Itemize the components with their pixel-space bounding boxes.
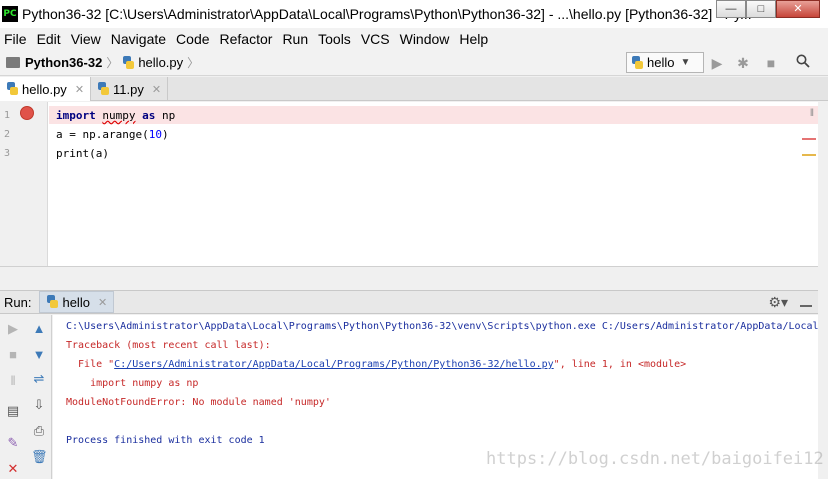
console-code-line: import numpy as np	[66, 378, 199, 389]
menu-window[interactable]: Window	[400, 31, 450, 47]
menu-navigate[interactable]: Navigate	[111, 31, 166, 47]
editor-gutter[interactable]: 1 2 3	[0, 102, 48, 266]
maximize-button[interactable]: □	[746, 0, 776, 18]
menu-refactor[interactable]: Refactor	[220, 31, 273, 47]
hide-panel-icon[interactable]	[800, 295, 812, 307]
menu-file[interactable]: File	[4, 31, 27, 47]
keyword: as	[142, 109, 156, 122]
menu-bar: File Edit View Navigate Code Refactor Ru…	[0, 28, 828, 50]
run-panel-header: Run: hello ✕ ⚙▾	[0, 290, 818, 314]
code-text: np	[82, 128, 96, 141]
line-number: 3	[4, 148, 11, 159]
python-icon	[46, 295, 59, 309]
trash-icon[interactable]: 🗑	[31, 449, 48, 465]
menu-code[interactable]: Code	[176, 31, 209, 47]
tab-label: hello.py	[22, 81, 67, 97]
warning-stripe-mark[interactable]	[802, 154, 816, 156]
run-panel-label: Run:	[4, 294, 32, 310]
close-tab-icon[interactable]: ✕	[152, 83, 161, 96]
file-link[interactable]: C:/Users/Administrator/AppData/Local/Pro…	[114, 359, 554, 370]
pin-icon[interactable]: ✎	[5, 435, 21, 451]
window-title: Python36-32 [C:\Users\Administrator\AppD…	[22, 6, 752, 22]
menu-tools[interactable]: Tools	[318, 31, 351, 47]
close-tab-icon[interactable]: ✕	[75, 83, 84, 96]
python-file-icon	[97, 82, 110, 96]
console-text: File "	[66, 359, 115, 370]
console-exit-line: Process finished with exit code 1	[66, 435, 265, 446]
run-tab-label: hello	[62, 294, 90, 310]
title-bar: PC Python36-32 [C:\Users\Administrator\A…	[0, 0, 828, 28]
menu-run[interactable]: Run	[282, 31, 308, 47]
arrow-up-icon[interactable]: ▲	[31, 321, 47, 337]
breadcrumb-separator-icon: 〉	[187, 56, 200, 70]
tab-11-py[interactable]: 11.py ✕	[91, 77, 169, 101]
code-text: a =	[56, 128, 83, 141]
line-number: 1	[4, 110, 11, 121]
folder-icon	[6, 57, 20, 68]
menu-help[interactable]: Help	[459, 31, 488, 47]
soft-wrap-icon[interactable]: ⇌	[31, 371, 47, 387]
breakpoint-icon[interactable]	[20, 106, 34, 120]
module-alias: np	[162, 109, 176, 122]
code-text: .arange(	[95, 128, 149, 141]
code-line-2: a = np.arange(10)	[56, 128, 169, 141]
console-command-line: C:\Users\Administrator\AppData\Local\Pro…	[66, 321, 818, 332]
code-line-3: print(a)	[56, 147, 109, 160]
run-toolbar: ▶ ■ ‖ ▤ ✎ ✕	[0, 315, 26, 479]
editor-bottom-area	[0, 266, 818, 290]
run-configuration-select[interactable]: hello ▼	[626, 52, 704, 73]
arrow-down-icon[interactable]: ▼	[31, 347, 47, 363]
tab-hello-py[interactable]: hello.py ✕	[0, 77, 92, 101]
gear-icon[interactable]: ⚙▾	[768, 294, 788, 311]
close-button[interactable]: ✕	[776, 0, 820, 18]
editor-tabs: hello.py ✕ 11.py ✕	[0, 77, 828, 101]
python-file-icon	[6, 82, 19, 96]
rerun-icon[interactable]: ▶	[5, 321, 21, 337]
close-icon[interactable]: ✕	[5, 461, 21, 477]
number-literal: 10	[148, 128, 162, 141]
pause-icon[interactable]: ‖	[5, 373, 21, 389]
debug-icon[interactable]: ✱	[734, 54, 752, 72]
console-text: ", line 1, in <module>	[553, 359, 687, 370]
error-stripe-mark[interactable]	[802, 138, 816, 140]
run-icon[interactable]: ▶	[708, 54, 726, 72]
close-tab-icon[interactable]: ✕	[98, 296, 107, 309]
console-traceback: Traceback (most recent call last):	[66, 340, 271, 351]
scroll-to-end-icon[interactable]: ⇩	[31, 397, 47, 413]
menu-edit[interactable]: Edit	[37, 31, 61, 47]
menu-vcs[interactable]: VCS	[361, 31, 390, 47]
chevron-down-icon: ▼	[680, 57, 691, 68]
breadcrumb-project[interactable]: Python36-32	[25, 55, 102, 70]
window-controls: — □ ✕	[716, 0, 820, 18]
pycharm-app-icon: PC	[2, 6, 18, 22]
keyword: import	[56, 109, 96, 122]
stop-icon[interactable]: ■	[5, 347, 21, 363]
stop-icon[interactable]: ■	[762, 54, 780, 72]
console-error-line: ModuleNotFoundError: No module named 'nu…	[66, 397, 331, 408]
line-number: 2	[4, 129, 11, 140]
menu-view[interactable]: View	[71, 31, 101, 47]
layout-icon[interactable]: ▤	[5, 403, 21, 419]
right-tool-strip	[818, 102, 828, 479]
python-file-icon	[122, 55, 135, 70]
run-configuration-label: hello	[647, 55, 675, 70]
breadcrumb-separator-icon: 〉	[106, 56, 119, 70]
watermark: https://blog.csdn.net/baigoifei12	[486, 449, 824, 469]
tab-label: 11.py	[113, 81, 144, 97]
code-editor[interactable]: 1 2 3 import numpy as np a = np.arange(1…	[0, 102, 818, 266]
console-file-line: File "C:/Users/Administrator/AppData/Loc…	[66, 359, 686, 370]
code-text: )	[161, 128, 169, 141]
python-icon	[631, 55, 644, 70]
console-toolbar: ▲ ▼ ⇌ ⇩ ⎙ 🗑	[26, 315, 52, 479]
search-icon[interactable]	[794, 54, 812, 72]
minimize-button[interactable]: —	[716, 0, 746, 18]
run-tab-hello[interactable]: hello ✕	[39, 291, 115, 313]
inspection-indicator-icon[interactable]: ‖	[810, 108, 814, 119]
breadcrumb-file[interactable]: hello.py	[138, 55, 183, 70]
code-line-1: import numpy as np	[56, 109, 175, 122]
unresolved-module: numpy	[102, 109, 136, 122]
print-icon[interactable]: ⎙	[31, 423, 47, 439]
navigation-bar: Python36-32 〉 hello.py 〉 hello ▼ ▶ ✱ ■	[0, 50, 828, 76]
